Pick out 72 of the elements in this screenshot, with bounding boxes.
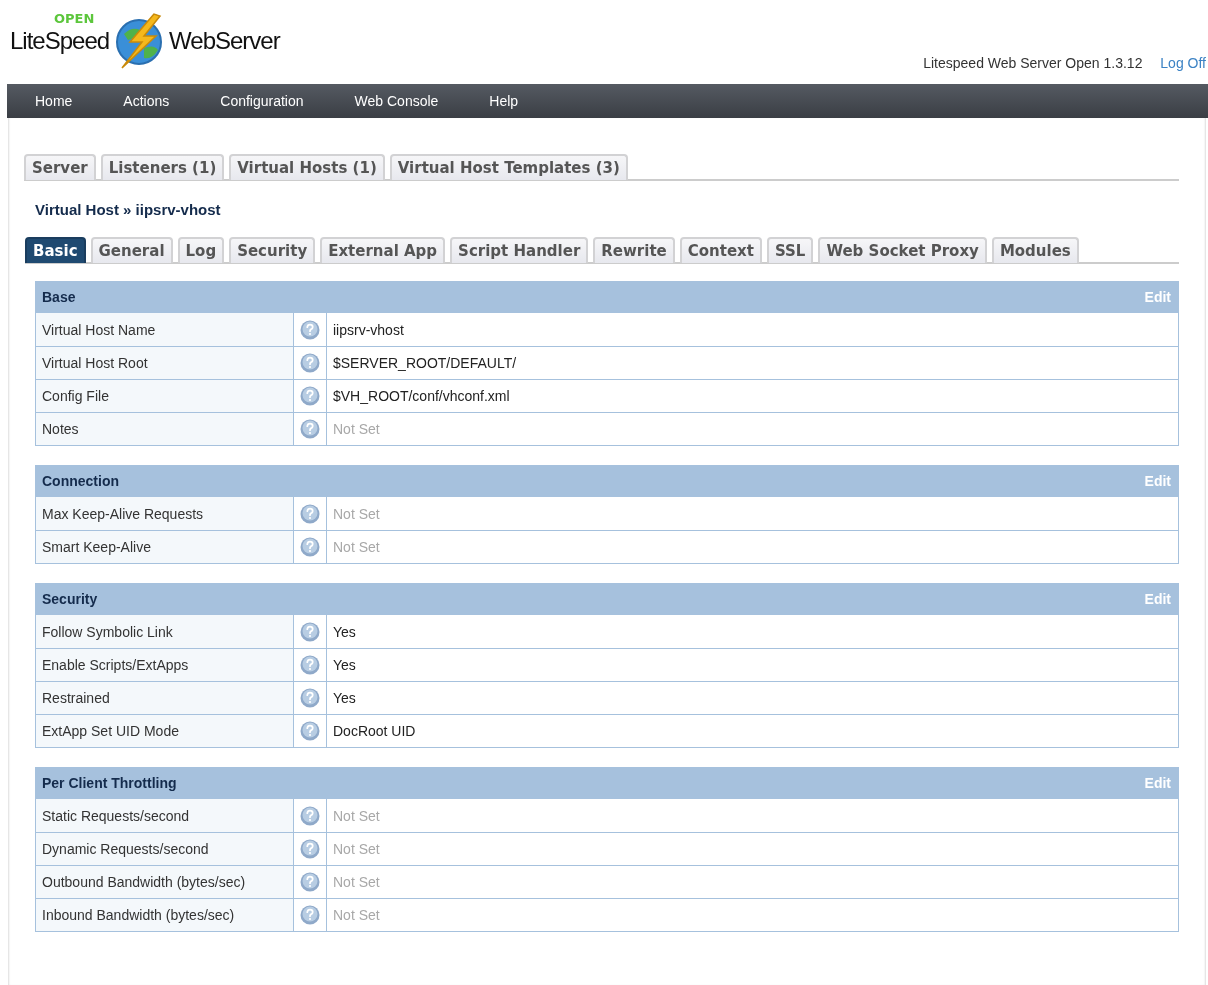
section-tab[interactable]: Log [177, 237, 225, 263]
top-tab[interactable]: Server [24, 154, 96, 180]
value-cell-text: Yes [332, 656, 357, 675]
section-tab[interactable]: Web Socket Proxy [818, 237, 987, 263]
top-tab[interactable]: Listeners (1) [100, 154, 225, 180]
label-cell: Inbound Bandwidth (bytes/sec) [36, 899, 294, 931]
value-cell-text: Yes [332, 622, 357, 642]
help-icon[interactable] [300, 621, 320, 642]
section-tab[interactable]: SSL [766, 237, 814, 263]
label-cell: Outbound Bandwidth (bytes/sec) [36, 866, 294, 898]
value-cell-text: Not Set [332, 806, 381, 826]
value-cell-text: Not Set [332, 504, 381, 524]
logo-text: LiteSpeed [10, 27, 110, 55]
label-cell: Static Requests/second [36, 799, 294, 832]
value-cell-text: iipsrv-vhost [332, 320, 405, 340]
section-tab[interactable]: Context [679, 237, 762, 263]
log-off-link[interactable]: Log Off [1160, 55, 1206, 71]
nav-menu-item[interactable]: Help [489, 93, 519, 109]
value-cell-text: Yes [332, 689, 357, 708]
value-cell-text: Not Set [332, 420, 381, 439]
label-cell: Dynamic Requests/second [36, 833, 294, 865]
label-cell: Notes [36, 413, 294, 445]
help-icon[interactable] [300, 537, 320, 557]
section-tab[interactable]: Modules [991, 237, 1079, 263]
nav-menu-item[interactable]: Web Console [354, 93, 439, 109]
table-title: Security [42, 591, 98, 607]
help-icon[interactable] [300, 503, 320, 524]
help-icon[interactable] [300, 721, 320, 741]
section-tab[interactable]: Basic [25, 237, 86, 263]
label-cell: ExtApp Set UID Mode [36, 715, 294, 747]
section-tab[interactable]: Security [229, 237, 316, 263]
value-cell-text: Not Set [332, 538, 381, 557]
help-icon[interactable] [300, 386, 320, 406]
table-title: Connection [42, 473, 119, 489]
help-icon[interactable] [300, 905, 320, 925]
value-cell-text: Not Set [332, 873, 381, 892]
label-cell: Follow Symbolic Link [36, 615, 294, 648]
value-cell-text: DocRoot UID [332, 722, 417, 741]
logo-text: WebServer [169, 27, 280, 55]
help-icon[interactable] [300, 839, 320, 859]
section-tab[interactable]: External App [320, 237, 446, 263]
value-cell-text: $SERVER_ROOT/DEFAULT/ [332, 354, 518, 373]
value-cell-text: $VH_ROOT/conf/vhconf.xml [332, 387, 511, 406]
help-icon[interactable] [300, 805, 320, 826]
value-cell-text: Not Set [332, 840, 381, 859]
table-title: Base [42, 289, 76, 305]
label-cell: Smart Keep-Alive [36, 531, 294, 563]
logo-badge-text: OPEN [54, 11, 95, 26]
value-cell-text: Not Set [332, 906, 381, 925]
help-icon[interactable] [300, 319, 320, 340]
nav-menu-item[interactable]: Configuration [220, 93, 304, 109]
section-tab[interactable]: General [90, 237, 173, 263]
top-tab[interactable]: Virtual Host Templates (3) [389, 154, 628, 180]
help-icon[interactable] [300, 419, 320, 439]
breadcrumb-title: Virtual Host » iipsrv-vhost [35, 201, 222, 218]
nav-menu-item[interactable]: Home [35, 93, 73, 109]
label-cell: Enable Scripts/ExtApps [36, 649, 294, 681]
help-icon[interactable] [300, 688, 320, 708]
help-icon[interactable] [300, 872, 320, 892]
nav-menu-item[interactable]: Actions [123, 93, 170, 109]
help-icon[interactable] [300, 655, 320, 675]
label-cell: Virtual Host Root [36, 347, 294, 379]
label-cell: Config File [36, 380, 294, 412]
label-cell: Max Keep-Alive Requests [36, 497, 294, 530]
top-tab[interactable]: Virtual Hosts (1) [229, 154, 385, 180]
version-text: Litespeed Web Server Open 1.3.12 [923, 55, 1143, 71]
label-cell: Restrained [36, 682, 294, 714]
table-title: Per Client Throttling [42, 775, 177, 791]
label-cell: Virtual Host Name [36, 313, 294, 346]
section-tab[interactable]: Rewrite [593, 237, 675, 263]
help-icon[interactable] [300, 353, 320, 373]
section-tab[interactable]: Script Handler [450, 237, 589, 263]
